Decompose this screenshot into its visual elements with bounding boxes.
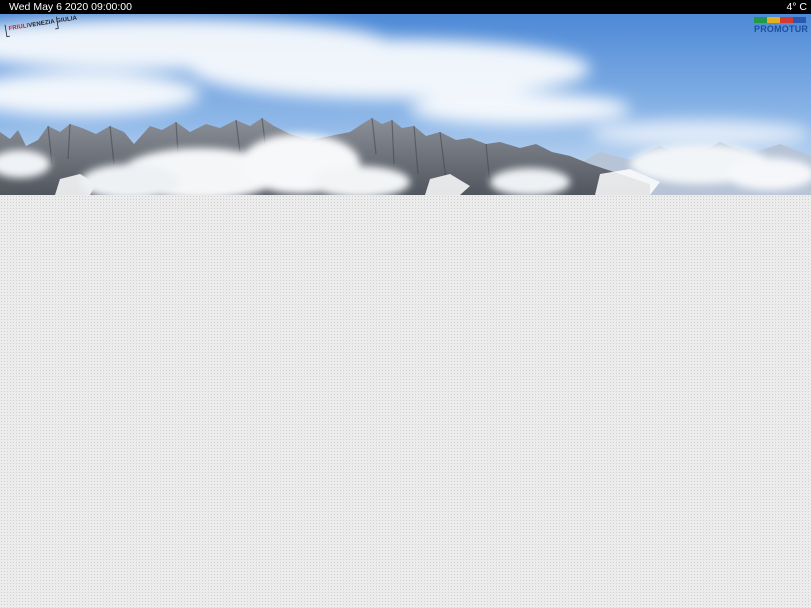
temperature: 4° C [786,1,807,13]
webcam-frame: Wed May 6 2020 09:00:00 4° C FRIULIVENEZ… [0,0,811,608]
promotur-logo: PROMOTUR [754,17,809,37]
mountain-panorama-photo [0,14,811,195]
missing-image-area [0,195,811,608]
webcam-overlay-bar: Wed May 6 2020 09:00:00 4° C [0,0,811,14]
panorama-svg [0,14,811,195]
timestamp: Wed May 6 2020 09:00:00 [9,1,132,13]
promotur-wordmark: PROMOTUR [754,24,809,34]
